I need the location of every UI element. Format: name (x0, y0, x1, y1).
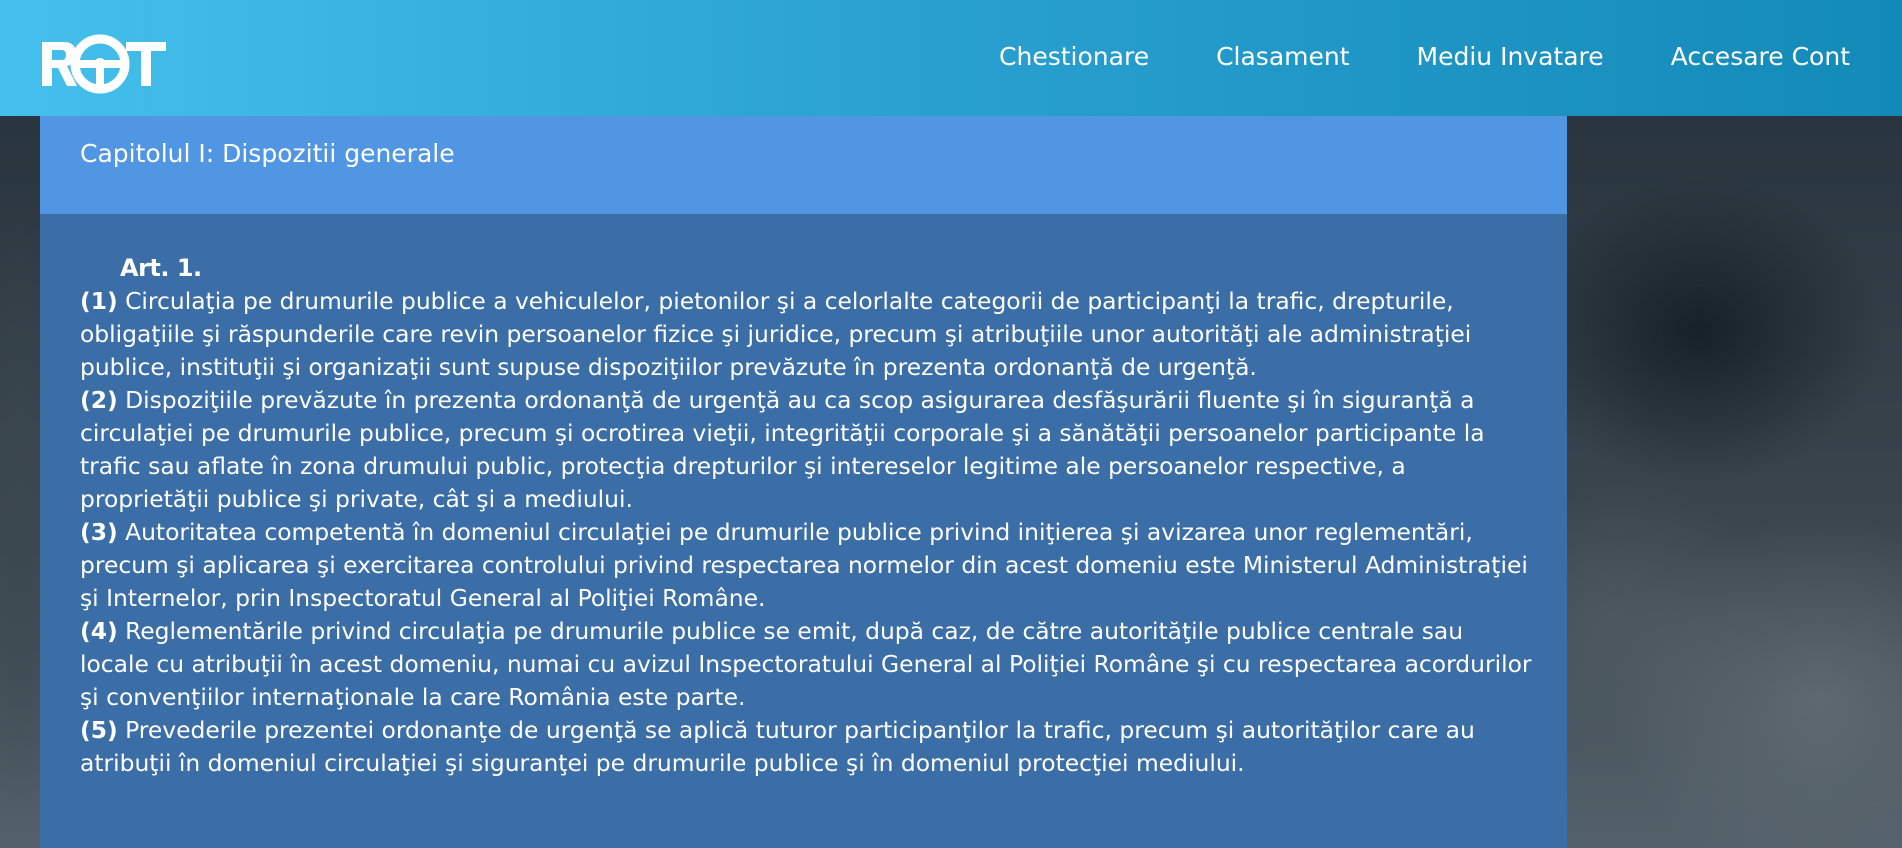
paragraph-text: Autoritatea competentă în domeniul circu… (80, 518, 1528, 612)
article-paragraph: (3) Autoritatea competentă în domeniul c… (80, 516, 1537, 615)
paragraph-number: (3) (80, 518, 118, 546)
site-header: Chestionare Clasament Mediu Invatare Acc… (0, 0, 1902, 116)
article-title: Art. 1. (120, 254, 202, 282)
article-paragraph: (2) Dispoziţiile prevăzute în prezenta o… (80, 384, 1537, 516)
chapter-title: Capitolul I: Dispozitii generale (80, 139, 455, 168)
steering-wheel-icon (42, 34, 166, 94)
article-paragraph: (1) Circulaţia pe drumurile publice a ve… (80, 285, 1537, 384)
paragraph-number: (2) (80, 386, 118, 414)
nav-mediu-invatare[interactable]: Mediu Invatare (1417, 42, 1604, 71)
paragraph-text: Reglementările privind circulaţia pe dru… (80, 617, 1532, 711)
article-body: Art. 1. (1) Circulaţia pe drumurile publ… (40, 214, 1567, 848)
article-paragraph: (5) Prevederile prezentei ordonanţe de u… (80, 714, 1537, 780)
paragraph-text: Prevederile prezentei ordonanţe de urgen… (80, 716, 1475, 777)
content-panel: Capitolul I: Dispozitii generale Art. 1.… (40, 116, 1567, 848)
nav-accesare-cont[interactable]: Accesare Cont (1671, 42, 1850, 71)
main-nav: Chestionare Clasament Mediu Invatare Acc… (932, 0, 1850, 112)
nav-clasament[interactable]: Clasament (1216, 42, 1349, 71)
paragraph-number: (5) (80, 716, 118, 744)
article-paragraph: (4) Reglementările privind circulaţia pe… (80, 615, 1537, 714)
paragraph-text: Circulaţia pe drumurile publice a vehicu… (80, 287, 1472, 381)
paragraph-number: (4) (80, 617, 118, 645)
nav-chestionare[interactable]: Chestionare (999, 42, 1149, 71)
site-logo[interactable] (42, 20, 166, 94)
chapter-header[interactable]: Capitolul I: Dispozitii generale (40, 116, 1567, 214)
paragraph-text: Dispoziţiile prevăzute în prezenta ordon… (80, 386, 1485, 513)
paragraph-number: (1) (80, 287, 118, 315)
